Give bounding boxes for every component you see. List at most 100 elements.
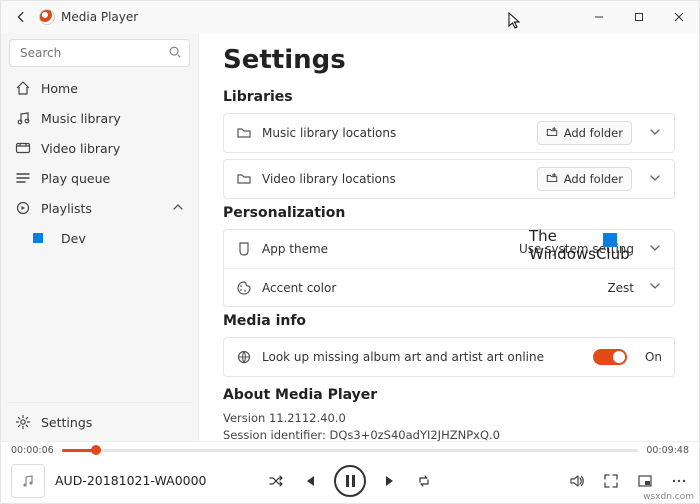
app-logo-icon <box>39 9 55 25</box>
track-title: AUD-20181021-WA0000 <box>55 473 207 488</box>
minimize-button[interactable] <box>579 1 619 33</box>
sidebar-item-home[interactable]: Home <box>7 73 192 103</box>
controls-row: AUD-20181021-WA0000 <box>1 458 699 503</box>
maximize-icon <box>634 12 644 22</box>
app-title: Media Player <box>61 10 138 24</box>
about-session: Session identifier: DQs3+0zS40adYI2JHZNP… <box>223 428 675 441</box>
palette-icon <box>236 280 252 296</box>
folder-icon <box>236 125 252 141</box>
sidebar-item-label: Playlists <box>41 201 92 216</box>
add-folder-icon <box>546 126 558 141</box>
sidebar-item-settings[interactable]: Settings <box>7 407 192 437</box>
search-field <box>9 39 190 67</box>
sidebar-item-label: Home <box>41 81 78 96</box>
volume-icon <box>569 473 585 489</box>
chevron-down-icon <box>648 126 662 141</box>
row-value: Zest <box>607 281 634 295</box>
settings-scroll[interactable]: Settings Libraries Music library locatio… <box>199 33 699 441</box>
gear-icon <box>15 414 31 430</box>
toggle-lookup[interactable] <box>593 349 627 365</box>
search-icon <box>168 45 182 59</box>
add-folder-button[interactable]: Add folder <box>537 167 632 191</box>
card-personalization: App theme Use system setting Accent colo… <box>223 229 675 307</box>
card-media-info: Look up missing album art and artist art… <box>223 337 675 377</box>
track-art-tile[interactable] <box>11 464 45 498</box>
previous-button[interactable] <box>300 471 320 491</box>
back-button[interactable] <box>9 5 33 29</box>
sidebar-item-playlists[interactable]: Playlists <box>7 193 192 223</box>
row-video-library-locations[interactable]: Video library locations Add folder <box>224 160 674 198</box>
section-media-info-heading: Media info <box>223 313 675 329</box>
music-icon <box>15 110 31 126</box>
section-personalization-heading: Personalization <box>223 205 675 221</box>
maximize-button[interactable] <box>619 1 659 33</box>
sidebar-item-music-library[interactable]: Music library <box>7 103 192 133</box>
transport-controls <box>266 465 434 497</box>
miniplayer-button[interactable] <box>635 471 655 491</box>
row-music-library-locations[interactable]: Music library locations Add folder <box>224 114 674 152</box>
toggle-state-label: On <box>645 350 662 364</box>
row-label: Look up missing album art and artist art… <box>262 350 583 364</box>
repeat-icon <box>416 473 432 489</box>
section-libraries-heading: Libraries <box>223 89 675 105</box>
progress-track[interactable] <box>62 449 639 452</box>
globe-icon <box>236 349 252 365</box>
row-label: Accent color <box>262 281 597 295</box>
search-wrap <box>9 39 190 67</box>
sidebar-item-label: Video library <box>41 141 120 156</box>
row-label: App theme <box>262 242 509 256</box>
video-icon <box>15 140 31 156</box>
row-app-theme[interactable]: App theme Use system setting <box>224 230 674 268</box>
add-folder-icon <box>546 172 558 187</box>
row-accent-color[interactable]: Accent color Zest <box>224 268 674 306</box>
sidebar-item-play-queue[interactable]: Play queue <box>7 163 192 193</box>
sidebar-subitem-label: Dev <box>61 231 86 246</box>
sidebar-item-video-library[interactable]: Video library <box>7 133 192 163</box>
shuffle-button[interactable] <box>266 471 286 491</box>
source-watermark: wsxdn.com <box>643 492 694 502</box>
fullscreen-button[interactable] <box>601 471 621 491</box>
next-button[interactable] <box>380 471 400 491</box>
repeat-button[interactable] <box>414 471 434 491</box>
body: Home Music library Video library Play qu… <box>1 33 699 441</box>
home-icon <box>15 80 31 96</box>
playlists-icon <box>15 200 31 216</box>
search-input[interactable] <box>9 39 190 67</box>
section-about-heading: About Media Player <box>223 387 675 403</box>
sidebar-item-label: Play queue <box>41 171 110 186</box>
time-total: 00:09:48 <box>646 445 689 456</box>
row-label: Video library locations <box>262 172 527 186</box>
titlebar: Media Player <box>1 1 699 33</box>
close-button[interactable] <box>659 1 699 33</box>
add-folder-label: Add folder <box>564 126 623 140</box>
row-label: Music library locations <box>262 126 527 140</box>
about-version: Version 11.2112.40.0 <box>223 411 675 425</box>
window-controls <box>579 1 699 33</box>
fullscreen-icon <box>603 473 619 489</box>
row-value: Use system setting <box>519 242 634 256</box>
skip-next-icon <box>382 473 398 489</box>
chevron-up-icon <box>172 201 184 216</box>
play-pause-button[interactable] <box>334 465 366 497</box>
chevron-down-icon <box>648 280 662 295</box>
volume-button[interactable] <box>567 471 587 491</box>
add-folder-button[interactable]: Add folder <box>537 121 632 145</box>
add-folder-label: Add folder <box>564 172 623 186</box>
playlist-color-icon <box>33 233 43 243</box>
close-icon <box>674 12 684 22</box>
progress-row: 00:00:06 00:09:48 <box>1 442 699 458</box>
chevron-down-icon <box>648 172 662 187</box>
sidebar-spacer <box>7 253 192 398</box>
more-icon <box>671 473 687 489</box>
minimize-icon <box>594 12 604 22</box>
chevron-down-icon <box>648 242 662 257</box>
right-controls <box>567 471 689 491</box>
nav-list: Home Music library Video library Play qu… <box>7 73 192 253</box>
progress-knob[interactable] <box>91 445 101 455</box>
note-icon <box>20 473 36 489</box>
miniplayer-icon <box>637 473 653 489</box>
more-button[interactable] <box>669 471 689 491</box>
folder-icon <box>236 171 252 187</box>
sidebar-subitem-dev[interactable]: Dev <box>7 223 192 253</box>
arrow-left-icon <box>14 10 28 24</box>
